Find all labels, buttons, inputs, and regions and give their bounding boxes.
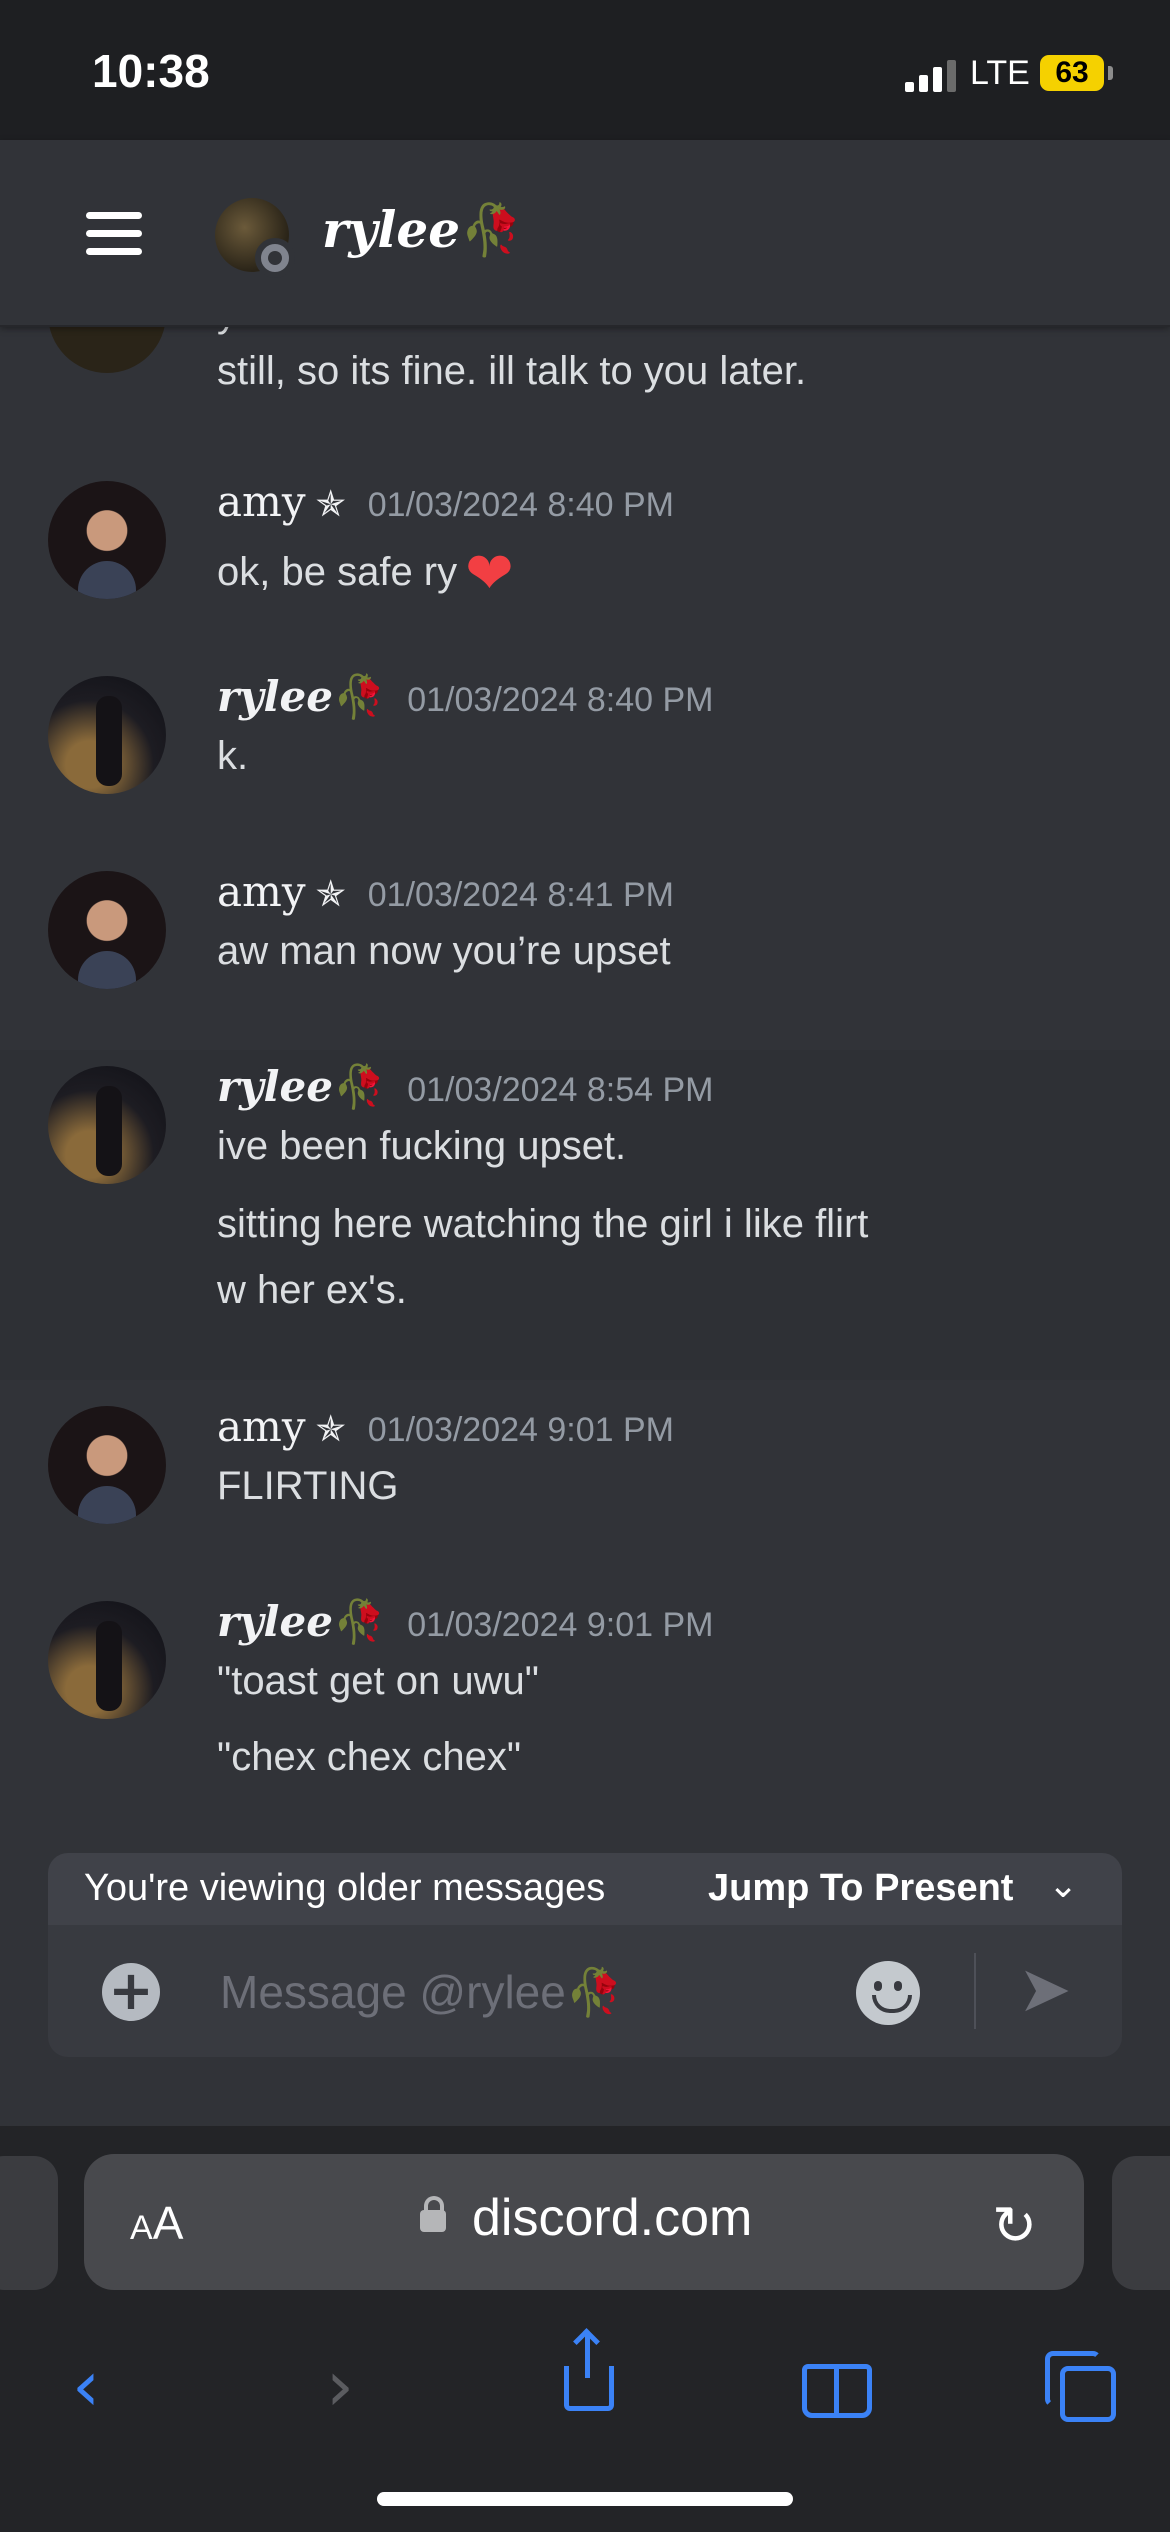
url-text[interactable]: discord.com xyxy=(472,2188,752,2248)
avatar[interactable] xyxy=(48,325,166,373)
avatar[interactable] xyxy=(48,481,166,599)
message-line: ive been fucking upset. xyxy=(217,1124,627,1168)
star-icon: ✯ xyxy=(315,874,346,915)
star-icon: ✯ xyxy=(315,484,346,525)
home-indicator[interactable] xyxy=(377,2492,793,2506)
star-icon: ✯ xyxy=(315,1409,346,1450)
rose-icon: 🥀 xyxy=(332,1062,386,1111)
older-messages-label: You're viewing older messages xyxy=(84,1867,606,1909)
back-icon[interactable]: ‹ xyxy=(36,2336,136,2436)
share-icon[interactable] xyxy=(534,2332,634,2436)
channel-title[interactable]: rylee🥀 xyxy=(322,200,522,260)
author-name: rylee xyxy=(217,672,333,721)
forward-icon[interactable]: › xyxy=(290,2336,390,2436)
reader-settings-button[interactable]: AA xyxy=(130,2196,183,2250)
message-author[interactable]: amy ✯ 01/03/2024 8:41 PM xyxy=(217,867,674,916)
emoji-icon[interactable] xyxy=(856,1961,920,2025)
message-line: k. xyxy=(217,734,249,778)
chevron-down-icon[interactable]: ⌄ xyxy=(1048,1865,1078,1906)
divider xyxy=(974,1953,976,2029)
avatar[interactable] xyxy=(48,1406,166,1524)
message-line: still, so its fine. ill talk to you late… xyxy=(217,349,807,393)
author-name: rylee xyxy=(217,1597,333,1646)
next-tab-peek[interactable] xyxy=(1112,2156,1170,2290)
message-author[interactable]: amy ✯ 01/03/2024 8:40 PM xyxy=(217,477,674,526)
channel-header: rylee🥀 xyxy=(0,140,1170,327)
message-line: sitting here watching the girl i like fl… xyxy=(217,1202,869,1246)
rose-icon: 🥀 xyxy=(332,1597,386,1646)
message-line: "chex chex chex" xyxy=(217,1735,522,1779)
message-item[interactable]: amy ✯ 01/03/2024 9:01 PM FLIRTING xyxy=(0,1390,1170,1580)
message-list[interactable]: you seem so better w chex nd toast still… xyxy=(0,325,1170,1855)
message-line: FLIRTING xyxy=(217,1464,399,1508)
message-item[interactable]: rylee🥀 01/03/2024 9:01 PM "toast get on u… xyxy=(0,1585,1170,1845)
rose-icon: 🥀 xyxy=(332,672,386,721)
older-messages-banner[interactable]: You're viewing older messages Jump To Pr… xyxy=(48,1853,1122,1925)
cellular-signal-icon xyxy=(905,60,957,92)
message-line: "toast get on uwu" xyxy=(217,1659,539,1703)
rose-icon: 🥀 xyxy=(460,200,523,259)
aa-small: A xyxy=(130,2209,153,2247)
message-composer: + ➤ xyxy=(48,1925,1122,2057)
battery-tip xyxy=(1108,66,1113,80)
author-name: rylee xyxy=(217,1062,333,1111)
timestamp: 01/03/2024 8:54 PM xyxy=(407,1071,714,1109)
lock-icon xyxy=(420,2196,446,2232)
timestamp: 01/03/2024 8:40 PM xyxy=(367,486,674,524)
avatar[interactable] xyxy=(48,871,166,989)
timestamp: 01/03/2024 9:01 PM xyxy=(367,1411,674,1449)
header-avatar[interactable] xyxy=(215,198,295,278)
bookmarks-icon[interactable] xyxy=(782,2336,882,2436)
author-name: amy xyxy=(217,1402,306,1451)
author-name: amy xyxy=(217,477,306,526)
address-bar[interactable]: AA discord.com ↻ xyxy=(84,2154,1084,2290)
add-attachment-button[interactable]: + xyxy=(102,1963,160,2021)
avatar[interactable] xyxy=(48,676,166,794)
aa-big: A xyxy=(152,2197,184,2249)
navigation-row: ‹ › xyxy=(0,2332,1170,2436)
message-input[interactable] xyxy=(218,1959,842,2025)
previous-tab-peek[interactable] xyxy=(0,2156,58,2290)
message-author[interactable]: rylee🥀 01/03/2024 9:01 PM xyxy=(217,1597,713,1647)
message-author[interactable]: rylee🥀 01/03/2024 8:54 PM xyxy=(217,1062,713,1112)
offline-status-icon xyxy=(255,238,295,278)
message-text: ok, be safe ry xyxy=(217,550,458,594)
message-line: w her ex's. xyxy=(217,1268,407,1312)
message-item[interactable]: rylee🥀 01/03/2024 8:40 PM k. xyxy=(0,660,1170,850)
avatar[interactable] xyxy=(48,1066,166,1184)
status-time: 10:38 xyxy=(92,45,210,97)
message-item[interactable]: rylee🥀 01/03/2024 8:54 PM ive been fuckin… xyxy=(0,1050,1170,1380)
timestamp: 01/03/2024 8:41 PM xyxy=(367,876,674,914)
browser-toolbar: AA discord.com ↻ ‹ › xyxy=(0,2126,1170,2532)
status-bar: 10:38 LTE 63 xyxy=(0,0,1170,140)
network-label: LTE xyxy=(970,54,1030,92)
battery-icon: 63 xyxy=(1040,55,1104,91)
message-author[interactable]: amy ✯ 01/03/2024 9:01 PM xyxy=(217,1402,674,1451)
channel-name: rylee xyxy=(322,200,461,259)
avatar[interactable] xyxy=(48,1601,166,1719)
message-author[interactable]: rylee🥀 01/03/2024 8:40 PM xyxy=(217,672,713,722)
timestamp: 01/03/2024 9:01 PM xyxy=(407,1606,714,1644)
jump-to-present-button[interactable]: Jump To Present xyxy=(708,1867,1013,1910)
message-line: ok, be safe ry ❤ xyxy=(217,539,514,607)
author-name: amy xyxy=(217,867,306,916)
timestamp: 01/03/2024 8:40 PM xyxy=(407,681,714,719)
send-icon[interactable]: ➤ xyxy=(1018,1955,1098,2025)
message-line: aw man now you’re upset xyxy=(217,929,671,973)
tabs-icon[interactable] xyxy=(1030,2336,1130,2436)
message-item[interactable]: amy ✯ 01/03/2024 8:40 PM ok, be safe ry ❤ xyxy=(0,465,1170,655)
reload-icon[interactable]: ↻ xyxy=(992,2194,1037,2257)
message-item[interactable]: amy ✯ 01/03/2024 8:41 PM aw man now you’re… xyxy=(0,855,1170,1045)
heart-emoji: ❤ xyxy=(465,541,514,606)
menu-icon[interactable] xyxy=(86,212,142,256)
